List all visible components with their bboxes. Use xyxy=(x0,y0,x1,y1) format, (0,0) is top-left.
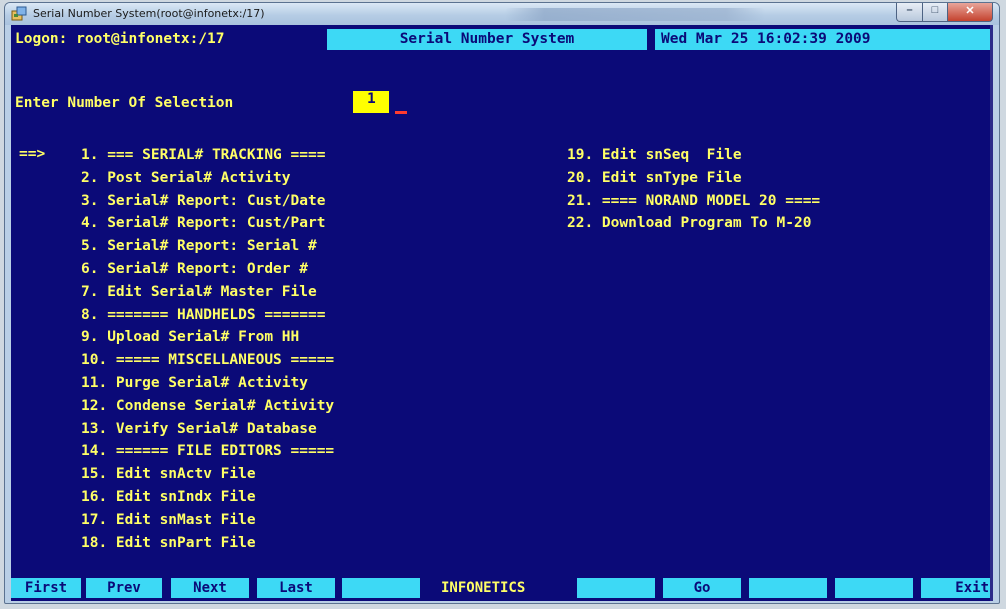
logon-info: Logon: root@infonetx:/17 xyxy=(15,31,225,47)
selection-input[interactable]: 1 xyxy=(353,91,389,113)
prev-button[interactable]: Prev xyxy=(86,578,162,598)
menu-item-7[interactable]: 7. Edit Serial# Master File xyxy=(81,281,334,304)
menu-item-4[interactable]: 4. Serial# Report: Cust/Part xyxy=(81,212,334,235)
close-button[interactable]: ✕ xyxy=(947,3,993,22)
menu-item-8[interactable]: 8. ======= HANDHELDS ======= xyxy=(81,304,334,327)
menu-item-15[interactable]: 15. Edit snActv File xyxy=(81,463,334,486)
next-button[interactable]: Next xyxy=(171,578,249,598)
menu-item-13[interactable]: 13. Verify Serial# Database xyxy=(81,418,334,441)
menu-left-column: 1. === SERIAL# TRACKING ==== 2. Post Ser… xyxy=(81,144,334,554)
text-cursor xyxy=(395,111,407,114)
terminal-screen[interactable]: Logon: root@infonetx:/17 Serial Number S… xyxy=(11,25,993,601)
menu-item-20[interactable]: 20. Edit snType File xyxy=(567,167,820,190)
menu-item-17[interactable]: 17. Edit snMast File xyxy=(81,509,334,532)
function-key-bar: First Prev Next Last INFONETICS Go Exit xyxy=(11,578,993,600)
maximize-button[interactable]: □ xyxy=(922,3,948,22)
selection-prompt: Enter Number Of Selection xyxy=(15,95,234,111)
first-button[interactable]: First xyxy=(11,578,81,598)
last-button[interactable]: Last xyxy=(257,578,335,598)
menu-item-22[interactable]: 22. Download Program To M-20 xyxy=(567,212,820,235)
minimize-button[interactable]: – xyxy=(896,3,923,22)
menu-item-11[interactable]: 11. Purge Serial# Activity xyxy=(81,372,334,395)
go-button[interactable]: Go xyxy=(663,578,741,598)
menu-item-12[interactable]: 12. Condense Serial# Activity xyxy=(81,395,334,418)
menu-item-5[interactable]: 5. Serial# Report: Serial # xyxy=(81,235,334,258)
exit-button[interactable]: Exit xyxy=(921,578,993,598)
menu-item-21[interactable]: 21. ==== NORAND MODEL 20 ==== xyxy=(567,190,820,213)
current-selection-marker: ==> xyxy=(19,146,46,162)
title-bar[interactable]: Serial Number System(root@infonetx:/17) … xyxy=(5,3,999,25)
terminal-app-icon xyxy=(11,6,27,21)
company-label: INFONETICS xyxy=(441,580,526,596)
close-icon: ✕ xyxy=(965,5,975,17)
date-time: Wed Mar 25 16:02:39 2009 xyxy=(655,29,991,50)
window-title: Serial Number System(root@infonetx:/17) xyxy=(33,7,265,20)
function-key-5[interactable] xyxy=(342,578,420,598)
menu-item-2[interactable]: 2. Post Serial# Activity xyxy=(81,167,334,190)
menu-item-3[interactable]: 3. Serial# Report: Cust/Date xyxy=(81,190,334,213)
menu-item-10[interactable]: 10. ===== MISCELLANEOUS ===== xyxy=(81,349,334,372)
menu-item-9[interactable]: 9. Upload Serial# From HH xyxy=(81,326,334,349)
menu-item-1[interactable]: 1. === SERIAL# TRACKING ==== xyxy=(81,144,334,167)
vertical-scrollbar[interactable] xyxy=(990,25,993,601)
function-key-9[interactable] xyxy=(749,578,827,598)
minimize-icon: – xyxy=(906,4,913,16)
system-title: Serial Number System xyxy=(327,29,647,50)
menu-item-18[interactable]: 18. Edit snPart File xyxy=(81,532,334,555)
menu-item-14[interactable]: 14. ====== FILE EDITORS ===== xyxy=(81,440,334,463)
function-key-7[interactable] xyxy=(577,578,655,598)
app-window: Serial Number System(root@infonetx:/17) … xyxy=(4,2,1000,604)
maximize-icon: □ xyxy=(931,4,939,16)
title-bar-reflection xyxy=(505,8,765,21)
function-key-10[interactable] xyxy=(835,578,913,598)
menu-item-6[interactable]: 6. Serial# Report: Order # xyxy=(81,258,334,281)
menu-item-19[interactable]: 19. Edit snSeq File xyxy=(567,144,820,167)
menu-right-column: 19. Edit snSeq File 20. Edit snType File… xyxy=(567,144,820,235)
menu-item-16[interactable]: 16. Edit snIndx File xyxy=(81,486,334,509)
